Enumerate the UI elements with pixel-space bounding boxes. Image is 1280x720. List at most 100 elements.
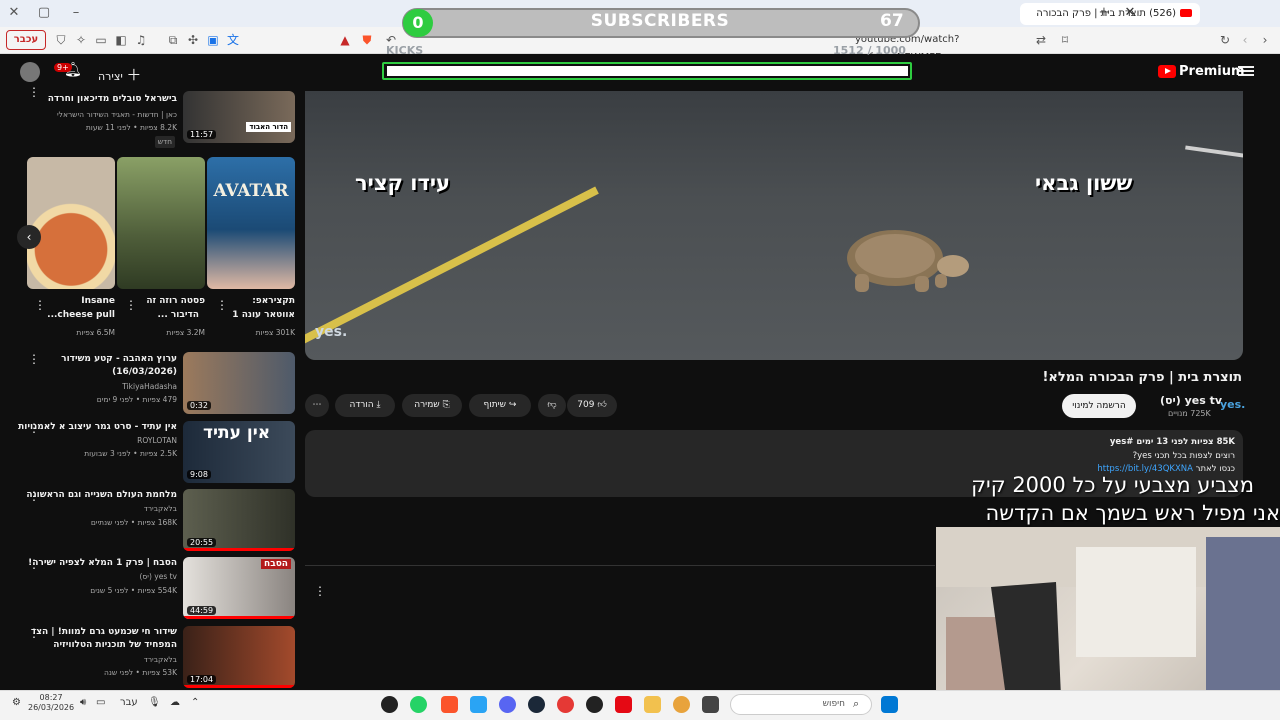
volume-icon[interactable]: 🔊︎ [80, 697, 86, 708]
maximize-window-icon[interactable]: ▢ [34, 4, 54, 22]
related-video-channel[interactable]: בלאקבירד [144, 654, 177, 666]
video-call-icon[interactable]: ▣ [204, 31, 222, 49]
task-view-icon[interactable] [702, 696, 719, 713]
related-video-title[interactable]: המפחיד של תוכניות הטלוויזיה [53, 639, 177, 652]
music-icon[interactable]: ♫ [132, 31, 150, 49]
share-button[interactable]: שיתוף ↪ [469, 394, 531, 417]
create-button[interactable]: יצירה ＋ [98, 64, 141, 85]
youtube-favicon-icon [1180, 9, 1192, 17]
media-player-icon[interactable] [557, 696, 574, 713]
reload-icon[interactable]: ↻ [1216, 31, 1234, 49]
short-title[interactable]: Insane [81, 295, 115, 308]
short-title[interactable]: פסטה רוזה זה [146, 295, 205, 308]
video-player[interactable]: עידו קציר ששון גבאי yes. [305, 91, 1243, 360]
puzzle-icon[interactable]: ✣ [184, 31, 202, 49]
related-video-channel[interactable]: בלאקבירד [144, 503, 177, 515]
windows-start-icon[interactable] [881, 696, 898, 713]
related-video-title[interactable]: ערוץ האהבה - קטע משידור [61, 353, 177, 366]
video-thumbnail[interactable]: 20:55 [183, 489, 295, 551]
taskbar-search[interactable]: חיפוש [730, 694, 872, 715]
like-button[interactable]: 709 👍︎ [567, 394, 617, 417]
video-thumbnail[interactable]: 0:32 [183, 352, 295, 414]
obs-icon[interactable] [381, 696, 398, 713]
short-title[interactable]: תקציראפ: [252, 295, 295, 308]
language-indicator[interactable]: עבר [120, 697, 138, 708]
settings-sliders-icon[interactable]: ⇄ [1032, 31, 1050, 49]
extensions-icon[interactable]: ✧ [72, 31, 90, 49]
more-options-icon[interactable]: ⋮ [28, 489, 40, 503]
related-video-title[interactable]: הסבח | פרק 1 המלא לצפיה ישירה! [28, 557, 177, 570]
related-video-title[interactable]: שידור חי שכמעט גרם למוות! | הצד [31, 626, 177, 639]
display-icon[interactable]: ▭ [96, 697, 105, 708]
netflix-icon[interactable] [615, 696, 632, 713]
whatsapp-icon[interactable] [410, 696, 427, 713]
tray-expand-icon[interactable]: ⌃ [191, 697, 199, 708]
app-icon[interactable] [470, 696, 487, 713]
close-tab-icon[interactable]: ✕ [1120, 4, 1140, 22]
more-options-icon[interactable]: ⋮ [28, 352, 40, 366]
related-video-channel[interactable]: ROYLOTAN [137, 435, 177, 447]
more-options-icon[interactable]: ⋮ [28, 85, 40, 99]
onedrive-icon[interactable]: ☁ [170, 697, 180, 708]
forward-icon[interactable]: ‹ [1236, 31, 1254, 49]
related-video-channel[interactable]: TikiyaHadasha [122, 381, 177, 393]
brave-browser-icon[interactable] [441, 696, 458, 713]
shorts-scroll-left-icon[interactable]: ‹ [17, 225, 41, 249]
video-thumbnail[interactable]: הדור האבוד 11:57 [183, 91, 295, 143]
video-thumbnail[interactable]: 17:04 [183, 626, 295, 688]
more-options-icon[interactable]: ⋮ [28, 626, 40, 640]
shield-icon[interactable]: ⛉ [52, 31, 70, 49]
clock[interactable]: 08:27 26/03/2026 [28, 693, 74, 713]
related-video-channel[interactable]: כאן | חדשות - תאגיד השידור הישראלי [57, 109, 177, 121]
screenshot-icon[interactable]: ⧉ [164, 31, 182, 49]
more-options-icon[interactable]: ⋮ [34, 298, 46, 312]
comment-menu-icon[interactable]: ⋮ [314, 584, 326, 598]
video-thumbnail[interactable]: הסבח 44:59 [183, 557, 295, 619]
short-thumbnail-pasta[interactable] [117, 157, 205, 289]
file-explorer-icon[interactable] [644, 696, 661, 713]
translate-icon[interactable]: 文 [224, 31, 242, 49]
related-video-title[interactable]: בישראל סובלים מדיכאון וחרדה [48, 93, 177, 106]
more-options-icon[interactable]: ⋮ [216, 298, 228, 312]
subscribe-button[interactable]: הרשמה למינוי [1062, 394, 1136, 418]
avatar[interactable] [20, 62, 40, 82]
more-options-icon[interactable]: ⋮ [28, 557, 40, 571]
save-button[interactable]: שמירה ⎘ [402, 394, 462, 417]
related-video-title[interactable]: (16/03/2026) [112, 366, 177, 379]
chatgpt-icon[interactable] [586, 696, 603, 713]
more-options-icon[interactable]: ⋮ [28, 421, 40, 435]
short-thumbnail-avatar[interactable]: AVATAR [207, 157, 295, 289]
app-icon[interactable] [673, 696, 690, 713]
reader-mode-button[interactable]: עכבר [6, 30, 46, 50]
back-icon[interactable]: › [1256, 31, 1274, 49]
minimize-window-icon[interactable]: – [66, 4, 86, 22]
dislike-button[interactable]: 👎︎ [538, 394, 566, 417]
related-video-title[interactable]: מלחמת העולם השנייה וגם הראשונה [26, 489, 177, 502]
clock-date: 26/03/2026 [28, 703, 75, 712]
bookmark-icon[interactable]: ⌑ [1056, 31, 1074, 49]
discord-icon[interactable] [499, 696, 516, 713]
new-tab-button[interactable]: + [1094, 4, 1114, 22]
close-window-icon[interactable]: ✕ [4, 4, 24, 22]
download-button[interactable]: הורדה ⤓ [335, 394, 395, 417]
related-video-channel[interactable]: yes tv (יס) [139, 571, 177, 583]
microphone-icon[interactable]: 🎙︎ [148, 697, 161, 708]
youtube-logo[interactable]: Premium [1158, 64, 1245, 80]
warning-icon[interactable]: ▲ [336, 31, 354, 49]
short-title[interactable]: הדיבור ... [157, 309, 199, 322]
short-title[interactable]: אווטאר עונה 1 [232, 309, 295, 322]
short-title[interactable]: cheese pull... [47, 309, 115, 322]
related-video-title[interactable]: אין עתיד - סרט גמר עיצוב א לאמנויות [18, 421, 177, 434]
more-actions-button[interactable]: ⋯ [305, 394, 329, 417]
notifications-icon[interactable]: ⚙ [12, 697, 21, 708]
turtle-image [847, 230, 969, 292]
video-thumbnail[interactable]: אין עתיד 9:08 [183, 421, 295, 483]
channel-name[interactable]: yes tv (יס) [1160, 394, 1222, 407]
steam-icon[interactable] [528, 696, 545, 713]
more-options-icon[interactable]: ⋮ [125, 298, 137, 312]
channel-avatar[interactable]: yes. [1220, 398, 1245, 411]
sidebar-icon[interactable]: ◧ [112, 31, 130, 49]
brave-shield-icon[interactable]: ⛊ [358, 31, 376, 49]
short-thumbnail-cheese[interactable] [27, 157, 115, 289]
tabs-icon[interactable]: ▭ [92, 31, 110, 49]
